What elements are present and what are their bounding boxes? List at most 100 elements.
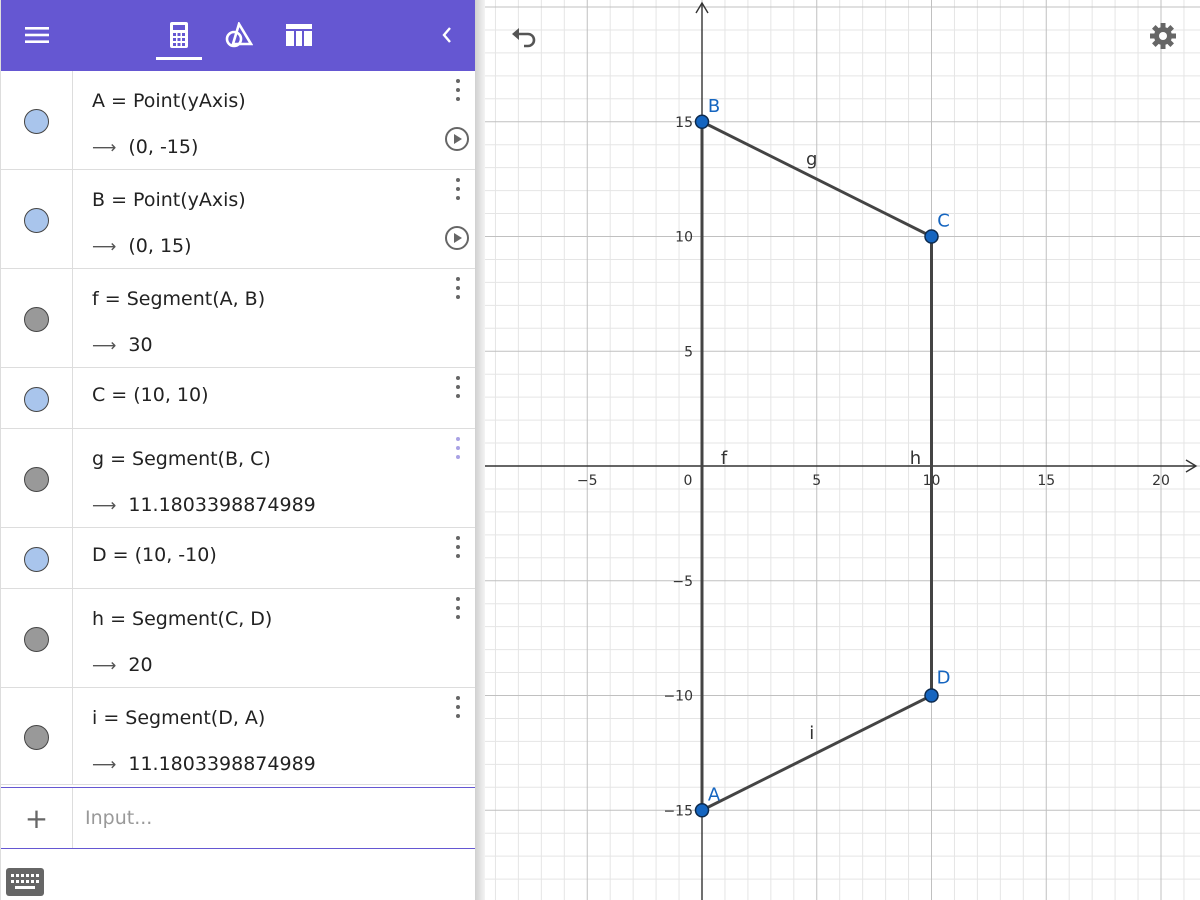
row-output: ⟶ 30	[92, 334, 153, 356]
row-marker	[1, 170, 73, 268]
x-tick-label: 20	[1152, 473, 1170, 489]
row-output: ⟶ 20	[92, 654, 153, 676]
row-definition[interactable]: C = (10, 10)	[92, 384, 209, 406]
visibility-toggle[interactable]	[24, 626, 49, 652]
visibility-toggle[interactable]	[24, 108, 49, 134]
row-marker	[1, 429, 73, 527]
algebra-input[interactable]	[85, 798, 465, 838]
settings-button[interactable]	[1148, 21, 1178, 51]
point-D[interactable]	[924, 688, 939, 703]
x-tick-label: 0	[684, 473, 693, 489]
more-options-icon[interactable]	[451, 536, 465, 558]
y-tick-label: −5	[672, 574, 693, 590]
hamburger-menu-icon[interactable]	[19, 17, 55, 53]
row-output-value: (0, 15)	[128, 235, 192, 257]
row-definition[interactable]: h = Segment(C, D)	[92, 608, 272, 630]
algebra-row[interactable]: D = (10, -10)	[1, 528, 476, 589]
row-output: ⟶ (0, 15)	[92, 235, 192, 257]
algebra-row[interactable]: f = Segment(A, B) ⟶ 30	[1, 269, 476, 368]
row-marker	[1, 368, 73, 428]
play-animation-icon[interactable]	[444, 225, 470, 251]
algebra-toolbar	[1, 0, 476, 71]
tab-algebra[interactable]	[161, 17, 197, 53]
visibility-toggle[interactable]	[24, 546, 49, 572]
x-tick-label: 5	[812, 473, 821, 489]
row-definition[interactable]: g = Segment(B, C)	[92, 448, 271, 470]
algebra-row[interactable]: C = (10, 10)	[1, 368, 476, 429]
segment-label-f: f	[721, 448, 728, 469]
segment-label-h: h	[910, 448, 921, 469]
calculator-icon	[170, 22, 188, 48]
output-arrow-icon: ⟶	[92, 237, 117, 257]
row-marker	[1, 269, 73, 367]
y-tick-label: −15	[663, 803, 693, 819]
row-output-value: 11.1803398874989	[128, 753, 316, 775]
graph-canvas[interactable]: −50510152015105−5−10−15 fghi ABCD	[485, 0, 1200, 900]
output-arrow-icon: ⟶	[92, 496, 117, 516]
keyboard-icon	[6, 868, 44, 896]
row-output-value: 11.1803398874989	[128, 494, 316, 516]
output-arrow-icon: ⟶	[92, 656, 117, 676]
visibility-toggle[interactable]	[24, 386, 49, 412]
segment-label-g: g	[806, 149, 817, 170]
visibility-toggle[interactable]	[24, 724, 49, 750]
point-label-C: C	[937, 211, 950, 232]
more-options-icon[interactable]	[451, 376, 465, 398]
active-tab-indicator	[156, 57, 202, 60]
chevron-left-icon	[442, 27, 451, 43]
keyboard-button[interactable]	[6, 868, 44, 896]
row-definition[interactable]: f = Segment(A, B)	[92, 288, 265, 310]
output-arrow-icon: ⟶	[92, 138, 117, 158]
play-animation-icon[interactable]	[444, 126, 470, 152]
visibility-toggle[interactable]	[24, 466, 49, 492]
algebra-row[interactable]: i = Segment(D, A) ⟶ 11.1803398874989	[1, 688, 476, 785]
more-options-icon[interactable]	[451, 277, 465, 299]
row-definition[interactable]: D = (10, -10)	[92, 544, 217, 566]
row-definition[interactable]: A = Point(yAxis)	[92, 90, 246, 112]
y-tick-label: −10	[663, 689, 693, 705]
algebra-row[interactable]: h = Segment(C, D) ⟶ 20	[1, 589, 476, 688]
tab-tools[interactable]	[221, 17, 257, 53]
point-label-D: D	[937, 668, 951, 689]
point-C[interactable]	[924, 229, 939, 244]
plus-icon[interactable]: +	[1, 788, 73, 848]
x-tick-label: 15	[1037, 473, 1055, 489]
y-tick-label: 15	[675, 115, 693, 131]
algebra-list: A = Point(yAxis) ⟶ (0, -15) B = Point(yAxis…	[1, 71, 476, 785]
row-output: ⟶ 11.1803398874989	[92, 753, 316, 775]
algebra-input-row: +	[1, 787, 476, 849]
row-output-value: 20	[128, 654, 153, 676]
output-arrow-icon: ⟶	[92, 755, 117, 775]
more-options-icon[interactable]	[451, 178, 465, 200]
visibility-toggle[interactable]	[24, 207, 49, 233]
algebra-row[interactable]: A = Point(yAxis) ⟶ (0, -15)	[1, 71, 476, 170]
row-definition[interactable]: i = Segment(D, A)	[92, 707, 265, 729]
row-output: ⟶ 11.1803398874989	[92, 494, 316, 516]
geometry-tools-icon	[225, 22, 253, 48]
graphics-view[interactable]: −50510152015105−5−10−15 fghi ABCD	[485, 0, 1200, 900]
panel-divider[interactable]	[475, 0, 485, 900]
collapse-panel-button[interactable]	[429, 17, 465, 53]
point-B[interactable]	[694, 114, 710, 129]
algebra-row[interactable]: B = Point(yAxis) ⟶ (0, 15)	[1, 170, 476, 269]
row-output-value: (0, -15)	[128, 136, 199, 158]
row-output: ⟶ (0, -15)	[92, 136, 198, 158]
y-tick-label: 10	[675, 230, 693, 246]
more-options-icon[interactable]	[451, 437, 465, 459]
point-A[interactable]	[694, 803, 710, 818]
segment-label-i: i	[809, 723, 814, 744]
undo-button[interactable]	[509, 22, 539, 52]
tab-table[interactable]	[281, 17, 317, 53]
more-options-icon[interactable]	[451, 79, 465, 101]
row-marker	[1, 589, 73, 687]
undo-icon	[512, 28, 536, 48]
row-marker	[1, 688, 73, 784]
algebra-row[interactable]: g = Segment(B, C) ⟶ 11.1803398874989	[1, 429, 476, 528]
row-definition[interactable]: B = Point(yAxis)	[92, 189, 246, 211]
more-options-icon[interactable]	[451, 696, 465, 718]
x-tick-label: −5	[577, 473, 598, 489]
visibility-toggle[interactable]	[24, 306, 49, 332]
row-output-value: 30	[128, 334, 153, 356]
more-options-icon[interactable]	[451, 597, 465, 619]
algebra-panel: A = Point(yAxis) ⟶ (0, -15) B = Point(yAxis…	[0, 0, 476, 900]
